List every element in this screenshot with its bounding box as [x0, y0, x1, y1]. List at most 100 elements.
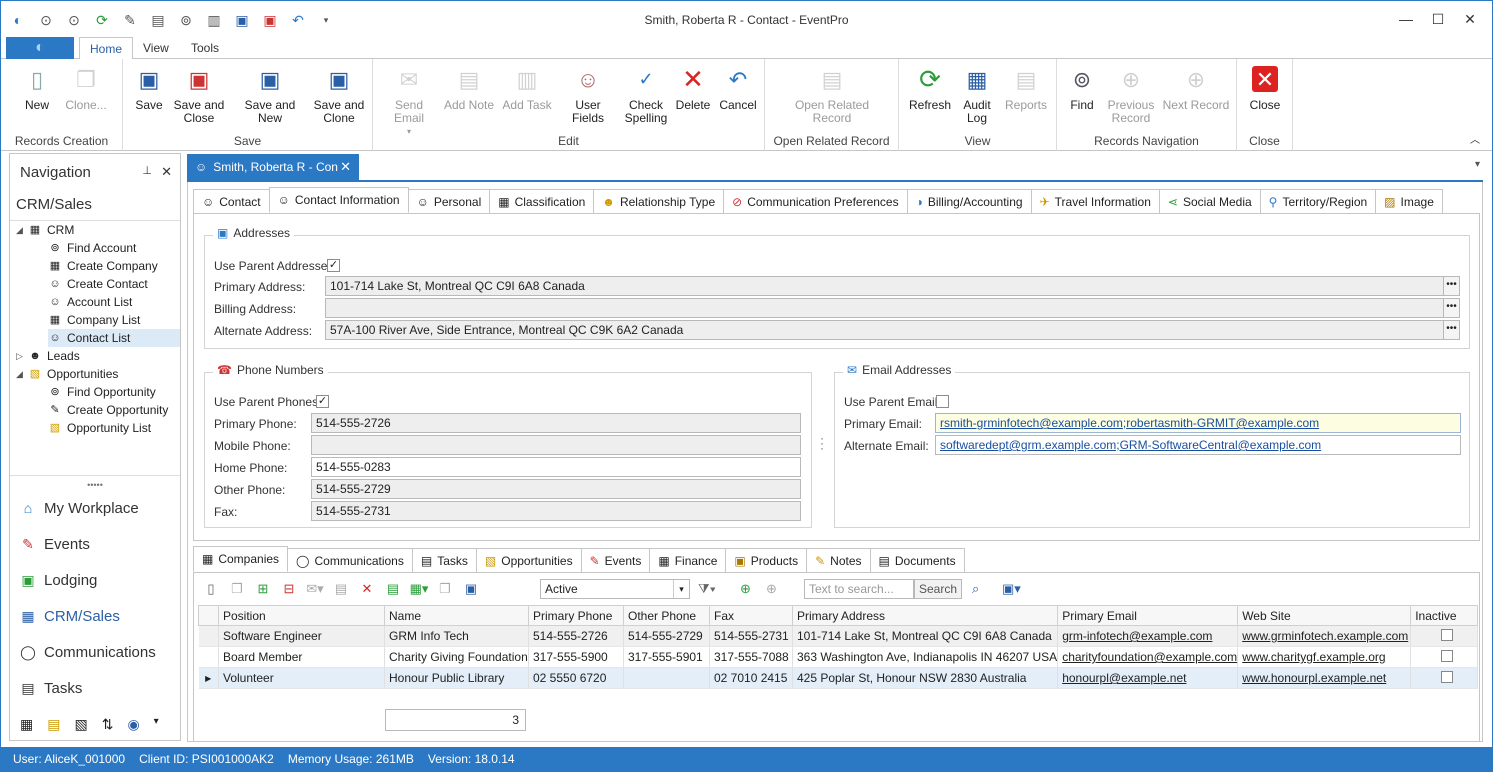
add-note-button[interactable]: ▤ Add Note — [443, 63, 495, 112]
tab-home[interactable]: Home — [79, 37, 134, 60]
nav-tasks[interactable]: ▤ Tasks — [20, 670, 82, 706]
tab-finance[interactable]: ▦ Finance — [649, 548, 727, 572]
search-button[interactable]: Search — [914, 579, 963, 599]
column-header[interactable]: Primary Email — [1057, 605, 1239, 626]
next-record-button[interactable]: ⊕ Next Record — [1161, 63, 1231, 112]
cell-web-site[interactable]: www.charitygf.example.org — [1237, 646, 1412, 668]
cell-other-phone[interactable]: 514-555-2729 — [623, 625, 710, 647]
tab-social-media[interactable]: ⋖ Social Media — [1158, 189, 1261, 213]
column-header[interactable]: Primary Address — [791, 605, 1059, 626]
nav-communications[interactable]: ◯ Communications — [20, 634, 156, 670]
remove-link-icon[interactable]: ⊟ — [278, 579, 300, 599]
cell-inactive[interactable] — [1410, 646, 1479, 668]
cancel-button[interactable]: ↶ Cancel — [717, 63, 759, 112]
fax-field[interactable]: 514-555-2731 — [311, 501, 801, 521]
tree-company-list[interactable]: ▦ Company List — [48, 311, 141, 329]
add-link-icon[interactable]: ⊞ — [252, 579, 274, 599]
cell-primary-phone[interactable]: 514-555-2726 — [528, 625, 624, 647]
tab-companies[interactable]: ▦ Companies — [193, 546, 289, 572]
layout-icon[interactable]: ▦▾ — [408, 579, 430, 599]
grid-search-input[interactable]: Text to search... — [804, 579, 914, 599]
cell-primary-email[interactable]: grm-infotech@example.com — [1057, 625, 1239, 647]
cell-position[interactable]: Board Member — [218, 646, 385, 668]
status-filter-select[interactable]: Active ▾ — [540, 579, 690, 599]
note-icon[interactable]: ▤ — [330, 579, 352, 599]
column-header[interactable]: Name — [384, 605, 529, 626]
tab-travel-information[interactable]: ✈ Travel Information — [1030, 189, 1160, 213]
cell-fax[interactable]: 317-555-7088 — [709, 646, 793, 668]
tab-contact[interactable]: ☺ Contact — [193, 189, 270, 213]
cell-primary-address[interactable]: 101-714 Lake St, Montreal QC C9I 6A8 Can… — [792, 625, 1059, 647]
nav-my-workplace[interactable]: ⌂ My Workplace — [20, 490, 139, 526]
delete-row-icon[interactable]: ✕ — [356, 579, 378, 599]
tree-create-company[interactable]: ▦ Create Company — [48, 257, 158, 275]
move-down-icon[interactable]: ⊕ — [766, 581, 777, 597]
refresh-button[interactable]: ⟳ Refresh — [905, 63, 955, 112]
cell-position[interactable]: Software Engineer — [218, 625, 385, 647]
inactive-checkbox[interactable] — [1441, 649, 1454, 662]
tab-list-icon[interactable]: ▾ — [1475, 159, 1480, 170]
file-menu-button[interactable]: ◐ — [6, 37, 74, 59]
tree-account-list[interactable]: ☺ Account List — [48, 293, 132, 311]
tab-tools[interactable]: Tools — [181, 37, 229, 60]
tree-crm[interactable]: ▦ CRM — [28, 221, 75, 239]
cell-primary-phone[interactable]: 317-555-5900 — [528, 646, 624, 668]
save-and-clone-button[interactable]: ▣ Save and Clone — [313, 63, 365, 125]
notes-icon[interactable]: ▤ — [47, 716, 60, 733]
close-tab-icon[interactable]: ✕ — [340, 159, 351, 175]
alternate-address-ellipsis-button[interactable]: ••• — [1443, 320, 1460, 340]
splitter-handle[interactable]: · · · — [820, 432, 824, 454]
use-parent-phones-checkbox[interactable]: ✓ — [316, 395, 329, 408]
open-related-record-button[interactable]: ▤ Open Related Record — [789, 63, 875, 125]
send-email-button[interactable]: ✉ Send Email ▾ — [379, 63, 439, 138]
more-options-icon[interactable]: ▾ — [154, 716, 159, 733]
tree-opportunities[interactable]: ▧ Opportunities — [28, 365, 119, 383]
new-button[interactable]: ▯ New — [15, 63, 59, 112]
table-row[interactable]: Software Engineer GRM Info Tech 514-555-… — [198, 625, 1479, 647]
table-row[interactable]: ▶ Volunteer Honour Public Library 02 555… — [198, 667, 1479, 689]
cell-inactive[interactable] — [1410, 625, 1479, 647]
delete-button[interactable]: ✕ Delete — [673, 63, 713, 112]
tab-communication-preferences[interactable]: ⊘ Communication Preferences — [723, 189, 908, 213]
add-task-button[interactable]: ▥ Add Task — [501, 63, 553, 112]
tree-contact-list[interactable]: ☺ Contact List — [48, 329, 180, 347]
cell-primary-address[interactable]: 425 Poplar St, Honour NSW 2830 Australia — [792, 667, 1059, 689]
tree-create-contact[interactable]: ☺ Create Contact — [48, 275, 147, 293]
cell-position[interactable]: Volunteer — [218, 667, 385, 689]
tab-billing-accounting[interactable]: ◑ Billing/Accounting — [906, 189, 1032, 213]
cell-primary-address[interactable]: 363 Washington Ave, Indianapolis IN 4620… — [792, 646, 1059, 668]
inactive-checkbox[interactable] — [1441, 628, 1454, 641]
refresh-grid-icon[interactable]: ▣ — [460, 579, 482, 599]
new-row-icon[interactable]: ▯ — [200, 579, 222, 599]
cell-web-site[interactable]: www.honourpl.example.net — [1237, 667, 1412, 689]
close-pane-icon[interactable]: ✕ — [161, 164, 172, 180]
calculator-icon[interactable]: ▦ — [20, 716, 33, 733]
primary-phone-field[interactable]: 514-555-2726 — [311, 413, 801, 433]
column-header[interactable]: Web Site — [1237, 605, 1412, 626]
documents-icon[interactable]: ▧ — [74, 716, 87, 733]
tab-territory-region[interactable]: ⚲ Territory/Region — [1259, 189, 1377, 213]
splitter-grip[interactable]: ••••• — [10, 481, 180, 490]
cell-name[interactable]: GRM Info Tech — [384, 625, 529, 647]
tree-opportunity-list[interactable]: ▧ Opportunity List — [48, 419, 151, 437]
column-header[interactable]: Other Phone — [623, 605, 710, 626]
cell-other-phone[interactable]: 317-555-5901 — [623, 646, 710, 668]
column-header[interactable]: Inactive — [1410, 605, 1479, 626]
tab-documents[interactable]: ▤ Documents — [869, 548, 965, 572]
tree-find-opportunity[interactable]: ⊚ Find Opportunity — [48, 383, 155, 401]
open-record-icon[interactable]: ❐ — [434, 579, 456, 599]
cell-fax[interactable]: 02 7010 2415 — [709, 667, 793, 689]
export-icon[interactable]: ▤ — [382, 579, 404, 599]
clone-row-icon[interactable]: ❐ — [226, 579, 248, 599]
save-button[interactable]: ▣ Save — [131, 63, 167, 112]
pin-icon[interactable]: ⊥ — [142, 164, 152, 177]
expand-icon[interactable]: ▷ — [16, 351, 23, 362]
save-and-close-button[interactable]: ▣ Save and Close — [173, 63, 225, 125]
inactive-checkbox[interactable] — [1441, 670, 1454, 683]
column-header[interactable]: Position — [218, 605, 385, 626]
save-and-new-button[interactable]: ▣ Save and New — [233, 63, 307, 125]
collapse-ribbon-icon[interactable]: ︿ — [1470, 131, 1480, 146]
use-parent-addresses-checkbox[interactable]: ✓ — [327, 259, 340, 272]
alternate-address-field[interactable]: 57A-100 River Ave, Side Entrance, Montre… — [325, 320, 1445, 340]
tree-find-account[interactable]: ⊚ Find Account — [48, 239, 136, 257]
